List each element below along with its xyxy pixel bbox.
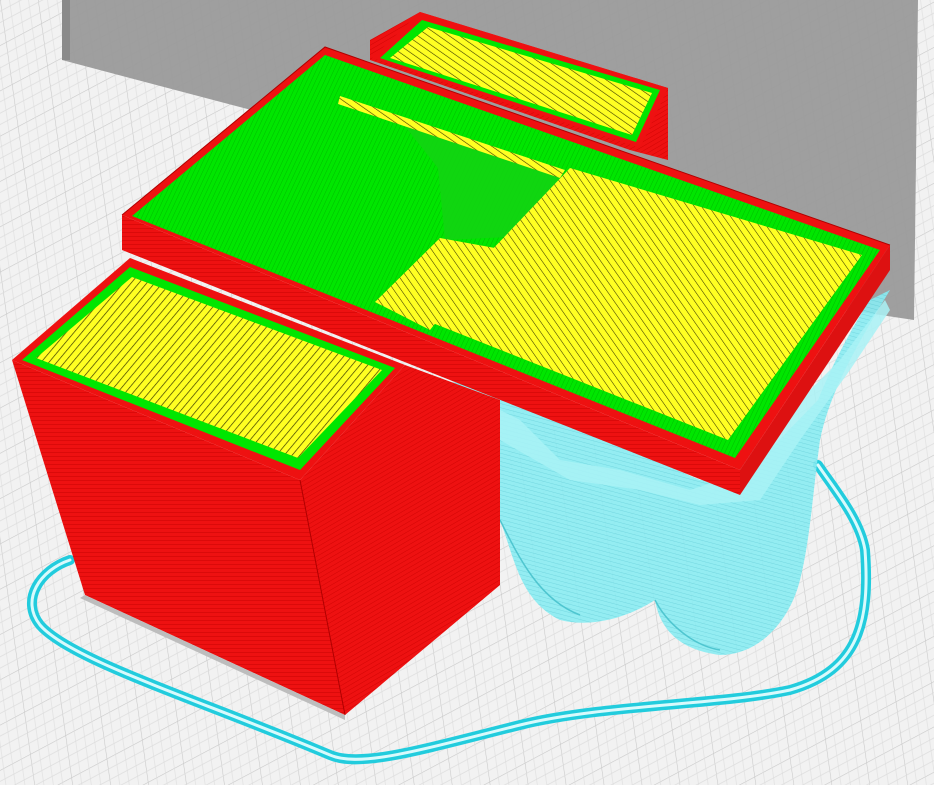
layer-view-viewport[interactable]: [0, 0, 934, 785]
print-preview-scene[interactable]: [0, 0, 934, 785]
build-volume-shadow-edge: [62, 0, 70, 60]
